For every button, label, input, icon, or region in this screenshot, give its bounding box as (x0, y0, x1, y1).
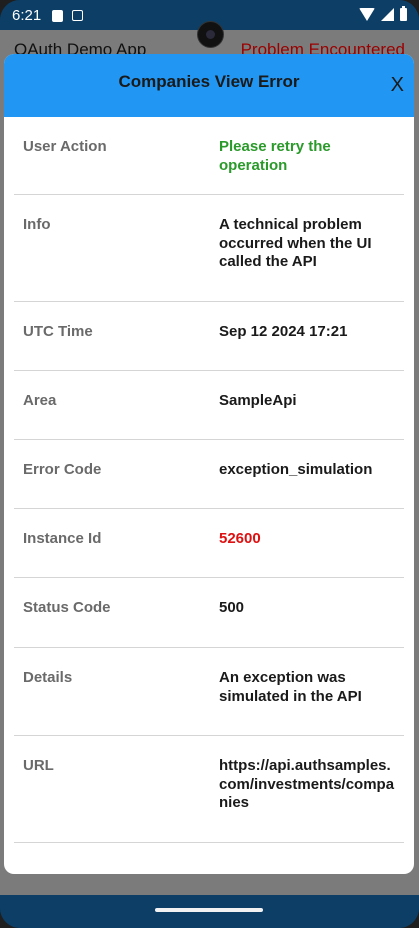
row-value: Sep 12 2024 17:21 (219, 323, 348, 340)
row-user-action: User Action Please retry the operation (14, 117, 404, 195)
notification-icon (52, 10, 63, 22)
row-value: exception_simulation (219, 461, 373, 478)
row-instance-id: Instance Id 52600 (14, 509, 404, 578)
row-info: Info A technical problem occurred when t… (14, 195, 404, 302)
row-value: 500 (219, 599, 245, 616)
modal-title: Companies View Error (118, 72, 300, 91)
row-value: https://api.authsamples.com/investments/… (219, 757, 395, 811)
row-status-code: Status Code 500 (14, 578, 404, 648)
signal-icon (381, 8, 394, 21)
row-value: An exception was simulated in the API (219, 669, 362, 705)
status-time: 6:21 (12, 7, 42, 24)
battery-icon (400, 6, 407, 21)
row-label: Area (23, 392, 57, 409)
row-value: A technical problem occurred when the UI… (219, 216, 372, 270)
row-area: Area SampleApi (14, 371, 404, 440)
navigation-bar (0, 895, 419, 928)
error-details-list: User Action Please retry the operation I… (4, 117, 414, 843)
row-value: 52600 (219, 530, 261, 547)
row-value: Please retry the operation (219, 138, 331, 174)
notification-icon-2 (72, 10, 83, 21)
status-icons (359, 6, 407, 21)
row-label: User Action (23, 138, 107, 155)
row-label: Info (23, 216, 51, 233)
row-url: URL https://api.authsamples.com/investme… (14, 736, 404, 843)
modal-header: Companies View Error X (4, 54, 414, 117)
close-button[interactable]: X (391, 74, 404, 97)
camera-cutout (197, 21, 224, 48)
error-modal: Companies View Error X User Action Pleas… (4, 54, 414, 874)
row-label: Details (23, 669, 73, 686)
row-label: Error Code (23, 461, 102, 478)
row-label: URL (23, 757, 54, 774)
wifi-icon (359, 8, 375, 21)
phone-screen: 6:21 OAuth Demo App Problem Encountered … (0, 0, 419, 928)
row-details: Details An exception was simulated in th… (14, 648, 404, 736)
row-error-code: Error Code exception_simulation (14, 440, 404, 509)
row-label: Status Code (23, 599, 111, 616)
row-label: Instance Id (23, 530, 102, 547)
row-value: SampleApi (219, 392, 297, 409)
row-label: UTC Time (23, 323, 93, 340)
row-utc-time: UTC Time Sep 12 2024 17:21 (14, 302, 404, 371)
home-gesture-handle[interactable] (155, 908, 263, 912)
